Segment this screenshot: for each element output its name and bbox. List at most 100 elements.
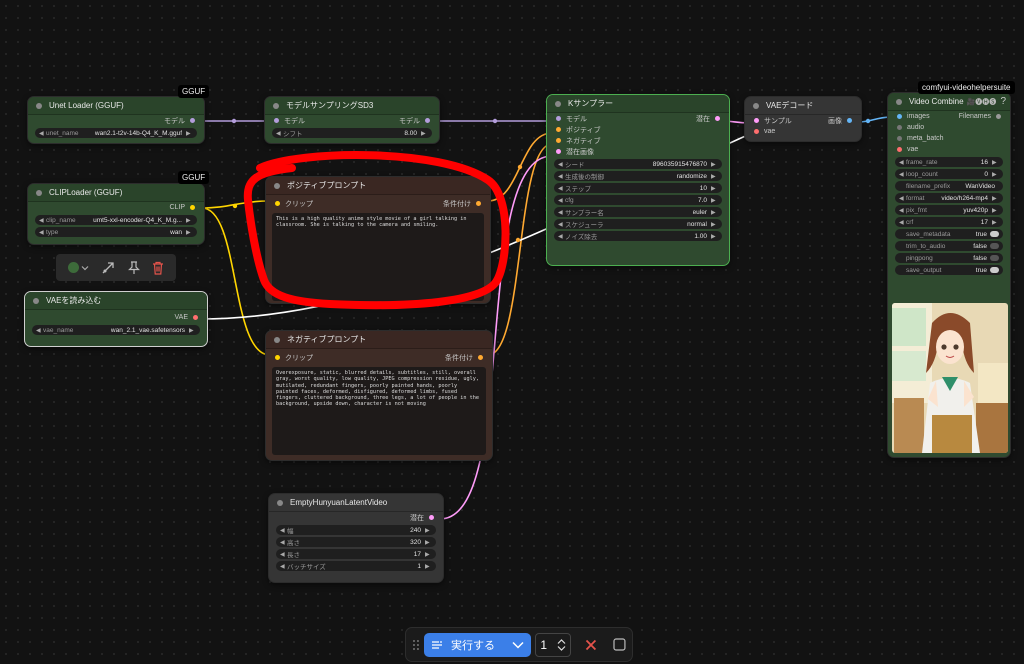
node-negative-prompt[interactable]: ネガティブプロンプト クリップ 条件付け Overexposure, static… xyxy=(265,330,493,461)
input-pin[interactable] xyxy=(556,149,561,154)
widget-batch-size[interactable]: ◀ バッチサイズ 1 ▶ xyxy=(276,561,436,571)
output-clip[interactable]: CLIP xyxy=(169,204,195,211)
input-images[interactable]: images xyxy=(897,113,930,120)
arrow-left-icon[interactable]: ◀ xyxy=(280,563,287,570)
input-clip[interactable]: クリップ xyxy=(275,199,313,209)
arrow-right-icon[interactable]: ▶ xyxy=(711,173,718,180)
arrow-right-icon[interactable]: ▶ xyxy=(189,327,196,334)
arrow-left-icon[interactable]: ◀ xyxy=(276,130,283,137)
arrow-right-icon[interactable]: ▶ xyxy=(992,159,999,166)
input-meta-batch[interactable]: meta_batch xyxy=(897,135,944,142)
arrow-right-icon[interactable]: ▶ xyxy=(711,161,718,168)
input-negative[interactable]: ネガティブ xyxy=(556,136,601,146)
arrow-right-icon[interactable]: ▶ xyxy=(992,219,999,226)
output-pin[interactable] xyxy=(425,118,430,123)
widget-cfg[interactable]: ◀ cfg 7.0 ▶ xyxy=(554,195,722,205)
arrow-left-icon[interactable]: ◀ xyxy=(39,229,46,236)
arrow-left-icon[interactable]: ◀ xyxy=(899,159,906,166)
node-title-bar[interactable]: CLIPLoader (GGUF) xyxy=(28,184,204,202)
grip-icon[interactable] xyxy=(412,638,420,652)
arrow-left-icon[interactable]: ◀ xyxy=(280,527,287,534)
close-icon[interactable] xyxy=(585,639,597,651)
arrow-right-icon[interactable]: ▶ xyxy=(711,185,718,192)
output-vae[interactable]: VAE xyxy=(175,314,198,321)
arrow-left-icon[interactable]: ◀ xyxy=(39,130,46,137)
input-pin[interactable] xyxy=(897,147,902,152)
node-unet-loader[interactable]: Unet Loader (GGUF) モデル ◀ unet_name wan2.1-… xyxy=(27,96,205,144)
widget-unet-name[interactable]: ◀ unet_name wan2.1-t2v-14b-Q4_K_M.gguf ▶ xyxy=(35,128,197,138)
input-pin[interactable] xyxy=(274,118,279,123)
arrow-right-icon[interactable]: ▶ xyxy=(711,197,718,204)
widget-width[interactable]: ◀ 幅 240 ▶ xyxy=(276,525,436,535)
node-vae-loader[interactable]: VAEを読み込む VAE ◀ vae_name wan_2.1_vae.safete… xyxy=(24,291,208,347)
pin-icon[interactable] xyxy=(127,260,140,275)
decrement-icon[interactable] xyxy=(557,645,566,652)
node-title-bar[interactable]: ネガティブプロンプト xyxy=(266,331,492,349)
output-pin[interactable] xyxy=(190,205,195,210)
checkbox-icon[interactable] xyxy=(613,638,626,651)
node-ksampler[interactable]: Kサンプラー モデル 潜在 ポジティブ ネガティブ 潜在画像 ◀ シード 896035… xyxy=(546,94,730,266)
node-positive-prompt[interactable]: ポジティブプロンプト クリップ 条件付け This is a high quali… xyxy=(265,176,491,304)
output-pin[interactable] xyxy=(193,315,198,320)
widget-vae-name[interactable]: ◀ vae_name wan_2.1_vae.safetensors ▶ xyxy=(32,325,200,335)
widget-length[interactable]: ◀ 長さ 17 ▶ xyxy=(276,549,436,559)
arrow-left-icon[interactable]: ◀ xyxy=(558,173,565,180)
node-title-bar[interactable]: VAEを読み込む xyxy=(25,292,207,310)
output-pin[interactable] xyxy=(478,355,483,360)
widget-denoise[interactable]: ◀ ノイズ除去 1.00 ▶ xyxy=(554,231,722,241)
widget-shift[interactable]: ◀ シフト 8.00 ▶ xyxy=(272,128,432,138)
widget-save-metadata[interactable]: save_metadata true xyxy=(895,229,1003,239)
video-preview[interactable] xyxy=(892,303,1008,453)
increment-icon[interactable] xyxy=(557,638,566,645)
output-latent[interactable]: 潜在 xyxy=(696,114,720,124)
node-clip-loader[interactable]: CLIPLoader (GGUF) CLIP ◀ clip_name umt5-xx… xyxy=(27,183,205,245)
input-pin[interactable] xyxy=(556,127,561,132)
arrow-right-icon[interactable]: ▶ xyxy=(992,171,999,178)
negative-prompt-textarea[interactable]: Overexposure, static, blurred details, s… xyxy=(272,367,486,455)
arrow-right-icon[interactable]: ▶ xyxy=(186,229,193,236)
input-audio[interactable]: audio xyxy=(897,124,924,131)
node-title-bar[interactable]: EmptyHunyuanLatentVideo xyxy=(269,494,443,512)
positive-prompt-textarea[interactable]: This is a high quality anime style movie… xyxy=(272,213,484,301)
arrow-right-icon[interactable]: ▶ xyxy=(425,539,432,546)
arrow-left-icon[interactable]: ◀ xyxy=(558,209,565,216)
help-icon[interactable]: ? xyxy=(1000,96,1006,107)
node-title-bar[interactable]: Video Combine 🎥🅥🅗🅢 ? xyxy=(888,93,1010,111)
output-pin[interactable] xyxy=(429,515,434,520)
chevron-down-icon[interactable] xyxy=(512,641,524,649)
arrow-right-icon[interactable]: ▶ xyxy=(711,233,718,240)
widget-format[interactable]: ◀ format video/h264-mp4 ▶ xyxy=(895,193,1003,203)
toggle-switch[interactable] xyxy=(990,267,999,273)
widget-sampler-name[interactable]: ◀ サンプラー名 euler ▶ xyxy=(554,207,722,217)
node-title-bar[interactable]: Kサンプラー xyxy=(547,95,729,113)
input-pin[interactable] xyxy=(754,129,759,134)
input-pin[interactable] xyxy=(897,125,902,130)
input-model[interactable]: モデル xyxy=(274,116,305,126)
input-pin[interactable] xyxy=(897,136,902,141)
node-empty-hunyuan-latent-video[interactable]: EmptyHunyuanLatentVideo 潜在 ◀ 幅 240 ▶ ◀ 高さ 320… xyxy=(268,493,444,583)
input-vae[interactable]: vae xyxy=(754,128,775,135)
arrow-left-icon[interactable]: ◀ xyxy=(558,197,565,204)
arrow-left-icon[interactable]: ◀ xyxy=(899,171,906,178)
input-pin[interactable] xyxy=(275,201,280,206)
output-pin[interactable] xyxy=(476,201,481,206)
output-image[interactable]: 画像 xyxy=(828,116,852,126)
arrow-right-icon[interactable]: ▶ xyxy=(992,195,999,202)
arrow-right-icon[interactable]: ▶ xyxy=(992,207,999,214)
node-title-bar[interactable]: モデルサンプリングSD3 xyxy=(265,97,439,115)
input-pin[interactable] xyxy=(556,116,561,121)
input-latent-image[interactable]: 潜在画像 xyxy=(556,147,594,157)
arrow-right-icon[interactable]: ▶ xyxy=(425,551,432,558)
arrow-left-icon[interactable]: ◀ xyxy=(39,217,46,224)
arrow-left-icon[interactable]: ◀ xyxy=(36,327,43,334)
arrow-right-icon[interactable]: ▶ xyxy=(711,221,718,228)
widget-clip-name[interactable]: ◀ clip_name umt5-xxl-encoder-Q4_K_M.g... ▶ xyxy=(35,215,197,225)
arrow-left-icon[interactable]: ◀ xyxy=(558,233,565,240)
node-title-bar[interactable]: Unet Loader (GGUF) xyxy=(28,97,204,115)
widget-height[interactable]: ◀ 高さ 320 ▶ xyxy=(276,537,436,547)
widget-loop-count[interactable]: ◀ loop_count 0 ▶ xyxy=(895,169,1003,179)
widget-pix-fmt[interactable]: ◀ pix_fmt yuv420p ▶ xyxy=(895,205,1003,215)
input-clip[interactable]: クリップ xyxy=(275,353,313,363)
widget-control-after-generate[interactable]: ◀ 生成後の制御 randomize ▶ xyxy=(554,171,722,181)
input-pin[interactable] xyxy=(556,138,561,143)
